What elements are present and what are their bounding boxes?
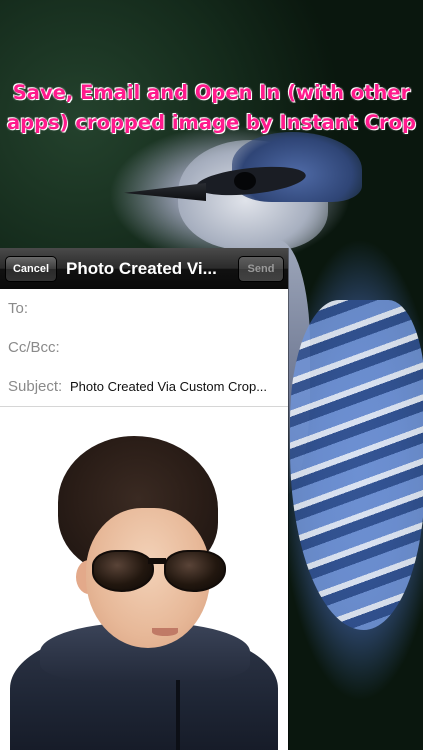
child-mouth [152,628,178,636]
cc-bcc-label: Cc/Bcc: [8,339,60,356]
sunglasses-right-lens [164,550,226,592]
promo-headline-line2: apps) cropped image by Instant Crop [7,111,416,134]
sunglasses-left-lens [92,550,154,592]
send-button[interactable]: Send [238,256,284,282]
to-label: To: [8,300,29,317]
bird-eye [234,172,256,190]
attached-cropped-photo [0,408,288,750]
subject-label: Subject: [8,378,63,395]
to-field[interactable]: To: [0,289,288,329]
bird-beak [124,183,206,201]
subject-field[interactable]: Subject: Photo Created Via Custom Crop..… [0,367,288,407]
compose-navbar: Cancel Photo Created Vi... Send [0,248,288,290]
compose-title: Photo Created Vi... [66,259,217,278]
jacket-zipper [176,680,180,750]
promo-headline: Save, Email and Open In (with other apps… [0,78,423,138]
sunglasses [84,544,230,592]
promo-headline-line1: Save, Email and Open In (with other [12,81,411,104]
mail-compose-sheet: Cancel Photo Created Vi... Send To: Cc/B… [0,248,288,750]
cc-bcc-field[interactable]: Cc/Bcc: [0,328,288,368]
cancel-button[interactable]: Cancel [5,256,57,282]
bird-wing [290,300,423,630]
subject-input[interactable]: Photo Created Via Custom Crop... [70,367,282,406]
